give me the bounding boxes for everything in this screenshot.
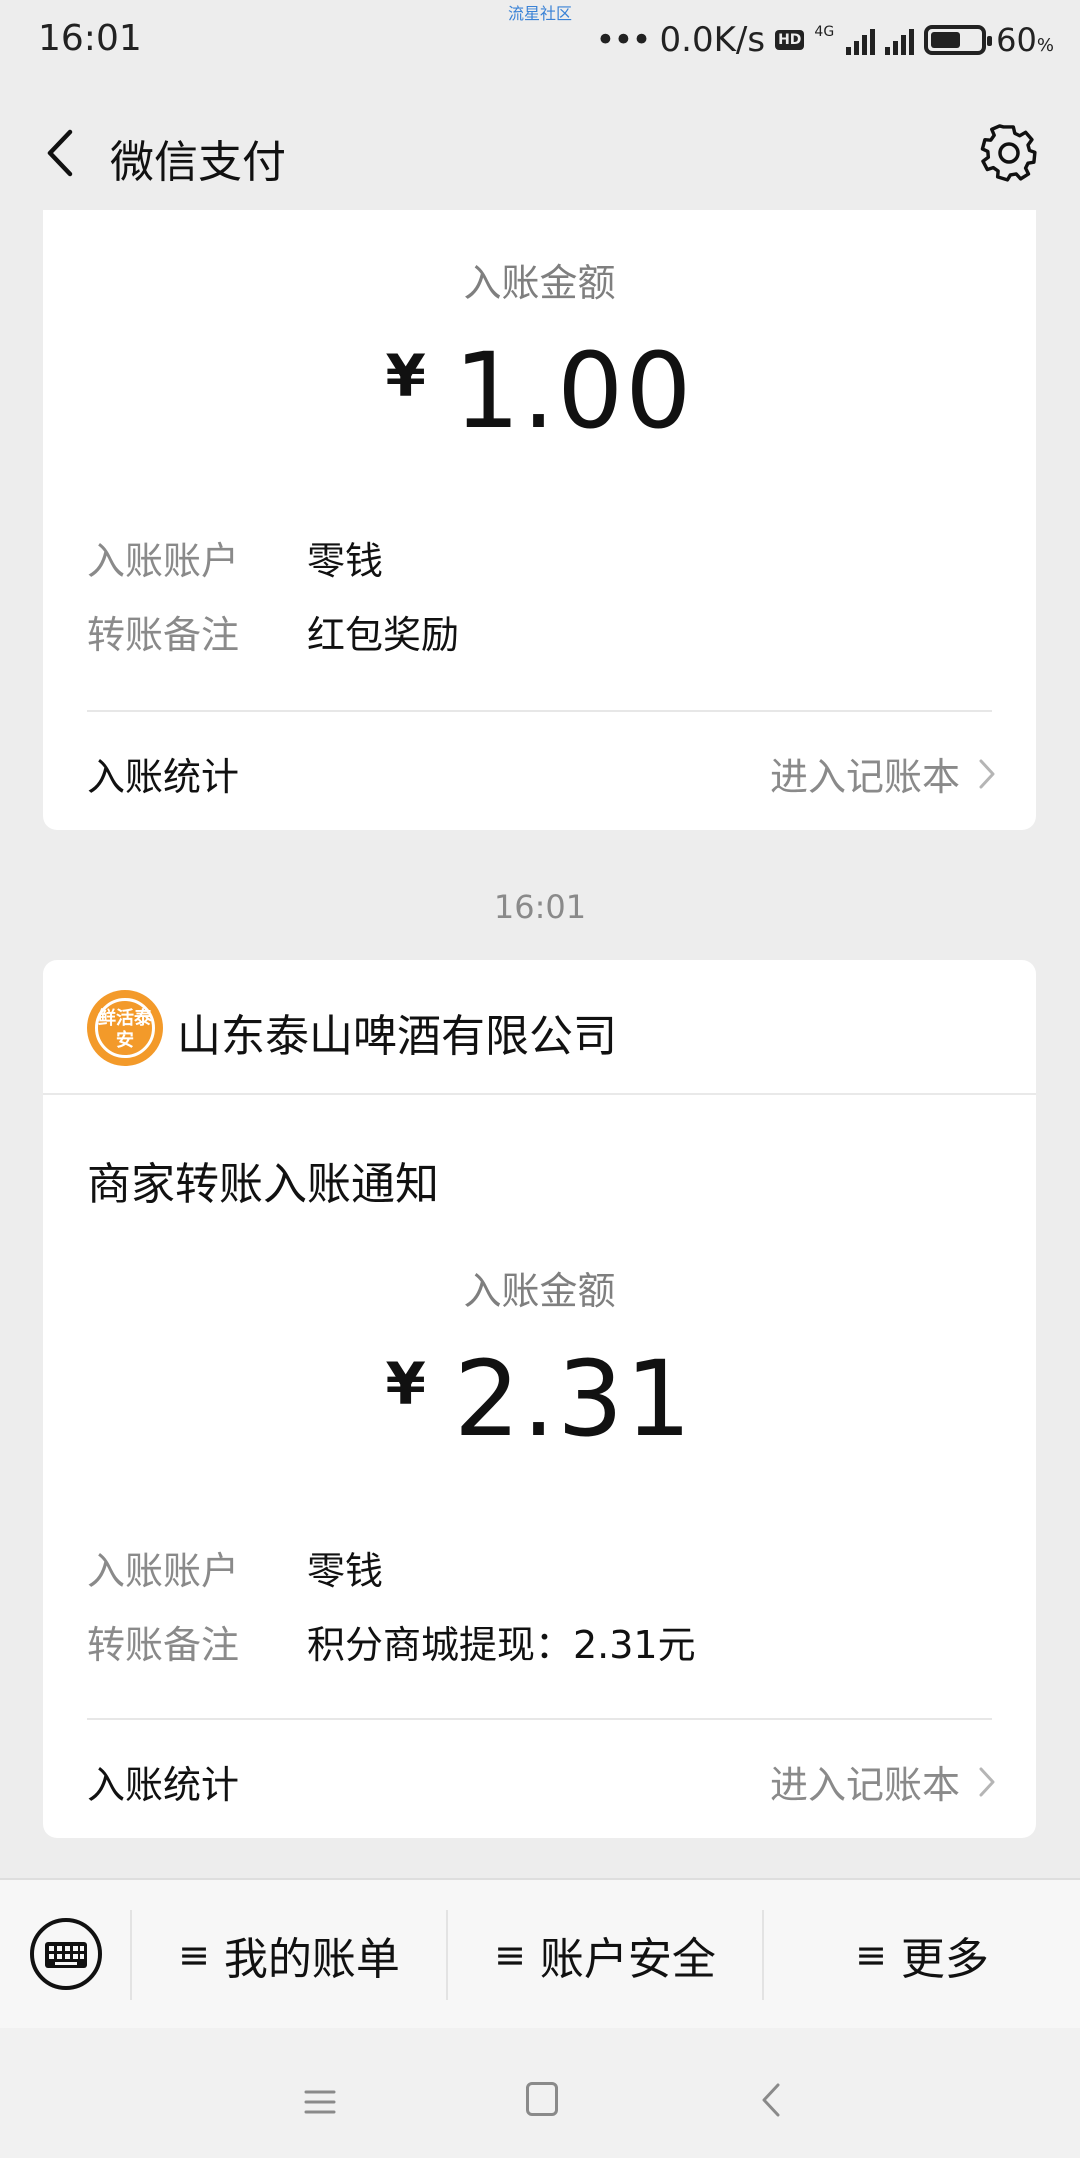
amount-value: 2.31	[453, 1338, 694, 1460]
page-title: 微信支付	[110, 137, 286, 188]
battery-percent-value: 60	[996, 21, 1037, 59]
amount-value: 1.00	[453, 330, 694, 452]
account-row: 入账账户 零钱	[87, 530, 383, 585]
status-indicators: ••• 0.0K/s HD 4G 60%	[595, 18, 1054, 62]
remark-row: 转账备注 积分商城提现：2.31元	[87, 1614, 696, 1669]
keyboard-icon[interactable]	[28, 1916, 104, 1992]
amount-label: 入账金额	[463, 1269, 616, 1313]
menu-account-security[interactable]: ≡ 账户安全	[448, 1880, 762, 2030]
battery-percent-unit: %	[1036, 35, 1054, 56]
transfer-card-1: 入账金额 ¥1.00 入账账户 零钱 转账备注 红包奖励 入账统计 进入记账本	[43, 210, 1036, 830]
merchant-logo: 鲜活泰安	[87, 990, 163, 1066]
menu-label: 账户安全	[539, 1934, 716, 1985]
chevron-right-icon	[979, 759, 995, 788]
home-icon[interactable]	[526, 2082, 558, 2116]
status-bar: 16:01 流星社区 ••• 0.0K/s HD 4G 60%	[0, 0, 1080, 82]
message-timestamp: 16:01	[493, 888, 587, 926]
stats-row[interactable]: 入账统计 进入记账本	[87, 1754, 996, 1809]
battery-percent: 60%	[996, 21, 1054, 59]
stats-link-label: 进入记账本	[769, 755, 960, 799]
gear-icon[interactable]	[980, 124, 1038, 182]
battery-fill	[931, 32, 961, 48]
network-speed: 0.0K/s	[659, 20, 766, 60]
account-value: 零钱	[307, 1549, 384, 1593]
merchant-header[interactable]: 鲜活泰安 山东泰山啤酒有限公司	[43, 960, 1036, 1095]
remark-row: 转账备注 红包奖励	[87, 604, 459, 659]
amount-display: ¥2.31	[43, 1338, 1036, 1460]
battery-icon	[924, 25, 993, 55]
divider	[87, 1718, 992, 1720]
remark-key: 转账备注	[87, 613, 240, 657]
back-icon[interactable]	[760, 2082, 782, 2118]
network-type: 4G	[814, 24, 835, 40]
currency-symbol: ¥	[385, 342, 426, 410]
signal-icon-2	[885, 25, 915, 55]
account-key: 入账账户	[87, 1549, 240, 1593]
merchant-logo-text: 鲜活泰安	[95, 998, 155, 1058]
menu-more[interactable]: ≡ 更多	[764, 1880, 1080, 2030]
menu-my-bills[interactable]: ≡ 我的账单	[132, 1880, 446, 2030]
header: 微信支付	[0, 82, 1080, 220]
menu-icon[interactable]	[304, 2088, 336, 2116]
menu-list-icon: ≡	[855, 1933, 887, 1977]
amount-display: ¥1.00	[43, 330, 1036, 452]
chevron-right-icon	[979, 1767, 995, 1796]
menu-label: 更多	[900, 1934, 989, 1985]
signal-icon	[846, 25, 876, 55]
stats-label: 入账统计	[87, 1763, 240, 1807]
watermark-text: 流星社区	[508, 4, 573, 23]
remark-key: 转账备注	[87, 1623, 240, 1667]
stats-label: 入账统计	[87, 755, 240, 799]
remark-value: 积分商城提现：2.31元	[307, 1623, 696, 1667]
dots-icon: •••	[595, 20, 651, 60]
divider	[87, 710, 992, 712]
hd-badge: HD	[775, 30, 805, 50]
account-key: 入账账户	[87, 539, 240, 583]
amount-label: 入账金额	[463, 261, 616, 305]
account-value: 零钱	[307, 539, 384, 583]
merchant-name: 山东泰山啤酒有限公司	[177, 1011, 617, 1062]
stats-link[interactable]: 进入记账本	[770, 1754, 996, 1809]
chevron-left-icon[interactable]	[40, 128, 82, 178]
account-row: 入账账户 零钱	[87, 1540, 383, 1595]
stats-link-label: 进入记账本	[769, 1763, 960, 1807]
menu-list-icon: ≡	[494, 1933, 526, 1977]
notice-title: 商家转账入账通知	[87, 1159, 439, 1210]
stats-row[interactable]: 入账统计 进入记账本	[87, 746, 996, 801]
bottom-menu-bar: ≡ 我的账单 ≡ 账户安全 ≡ 更多	[0, 1878, 1080, 2028]
currency-symbol: ¥	[385, 1350, 426, 1418]
stats-link[interactable]: 进入记账本	[770, 746, 996, 801]
menu-list-icon: ≡	[178, 1933, 210, 1977]
status-time: 16:01	[38, 18, 142, 59]
system-nav-bar	[0, 2028, 1080, 2158]
menu-label: 我的账单	[223, 1934, 400, 1985]
remark-value: 红包奖励	[307, 613, 460, 657]
transfer-card-2: 鲜活泰安 山东泰山啤酒有限公司 商家转账入账通知 入账金额 ¥2.31 入账账户…	[43, 960, 1036, 1838]
